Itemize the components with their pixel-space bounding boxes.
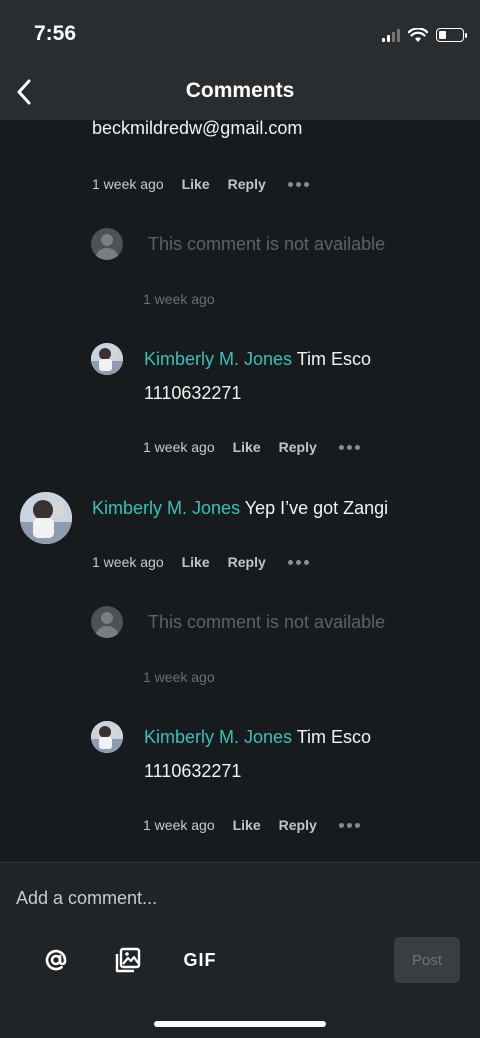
status-bar: 7:56 [0, 0, 480, 64]
avatar[interactable] [20, 492, 72, 544]
comment-timestamp: 1 week ago [143, 817, 215, 833]
like-button[interactable]: Like [182, 176, 210, 192]
comment-text: Tim Esco [292, 727, 372, 747]
home-indicator [154, 1021, 326, 1027]
wifi-icon [408, 27, 428, 42]
page-title: Comments [185, 79, 295, 102]
more-dots-icon[interactable] [287, 181, 309, 187]
reply-button[interactable]: Reply [279, 439, 317, 455]
more-dots-icon[interactable] [287, 559, 309, 565]
comment-text: Tim Esco [292, 349, 372, 369]
comment-meta: 1 week ago Like Reply [143, 439, 360, 455]
more-dots-icon[interactable] [338, 444, 360, 450]
at-sign-icon [45, 949, 67, 971]
comment-author[interactable]: Kimberly M. Jones [144, 349, 292, 369]
mention-button[interactable] [39, 943, 73, 977]
avatar[interactable] [91, 343, 123, 375]
unavailable-text: This comment is not available [148, 234, 386, 254]
nav-bar: Comments [0, 64, 480, 120]
comment-text-line: Kimberly M. Jones Yep I’ve got Zangi [92, 498, 388, 519]
comments-list[interactable]: beckmildredw@gmail.com 1 week ago Like R… [0, 120, 480, 862]
post-button[interactable]: Post [394, 937, 460, 983]
comment-timestamp: 1 week ago [92, 176, 164, 192]
comment-author[interactable]: Kimberly M. Jones [92, 498, 240, 518]
comment-meta: 1 week ago Like Reply [92, 554, 309, 570]
reply-button[interactable]: Reply [228, 554, 266, 570]
comment-timestamp: 1 week ago [92, 554, 164, 570]
image-button[interactable] [111, 943, 145, 977]
person-placeholder-icon [91, 606, 123, 638]
comment-meta: 1 week ago Like Reply [92, 176, 309, 192]
reply-button[interactable]: Reply [228, 176, 266, 192]
unavailable-text: This comment is not available [148, 612, 386, 632]
comment-timestamp: 1 week ago [143, 291, 215, 307]
comment-text: beckmildredw@gmail.com [92, 120, 303, 138]
status-icons [382, 25, 467, 45]
comment-input[interactable] [16, 883, 456, 913]
comment-meta: 1 week ago Like Reply [143, 817, 360, 833]
comment-author[interactable]: Kimberly M. Jones [144, 727, 292, 747]
cellular-signal-icon [382, 28, 400, 42]
like-button[interactable]: Like [233, 439, 261, 455]
gif-button[interactable]: GIF [182, 943, 218, 977]
reply-button[interactable]: Reply [279, 817, 317, 833]
comment-timestamp: 1 week ago [143, 669, 215, 685]
image-gallery-icon [115, 947, 141, 973]
like-button[interactable]: Like [182, 554, 210, 570]
comment-text: 1110632271 [144, 383, 242, 403]
status-time: 7:56 [34, 22, 77, 45]
person-placeholder-icon [91, 228, 123, 260]
comment-text: 1110632271 [144, 761, 242, 781]
battery-icon [436, 28, 467, 42]
gif-label: GIF [183, 949, 217, 970]
comment-text-line: Kimberly M. Jones Tim Esco [144, 349, 371, 370]
avatar[interactable] [91, 721, 123, 753]
more-dots-icon[interactable] [338, 822, 360, 828]
comment-text-line: Kimberly M. Jones Tim Esco [144, 727, 371, 748]
comment-timestamp: 1 week ago [143, 439, 215, 455]
comment-composer: GIF Post [0, 862, 480, 1038]
like-button[interactable]: Like [233, 817, 261, 833]
comment-text: Yep I’ve got Zangi [240, 498, 389, 518]
